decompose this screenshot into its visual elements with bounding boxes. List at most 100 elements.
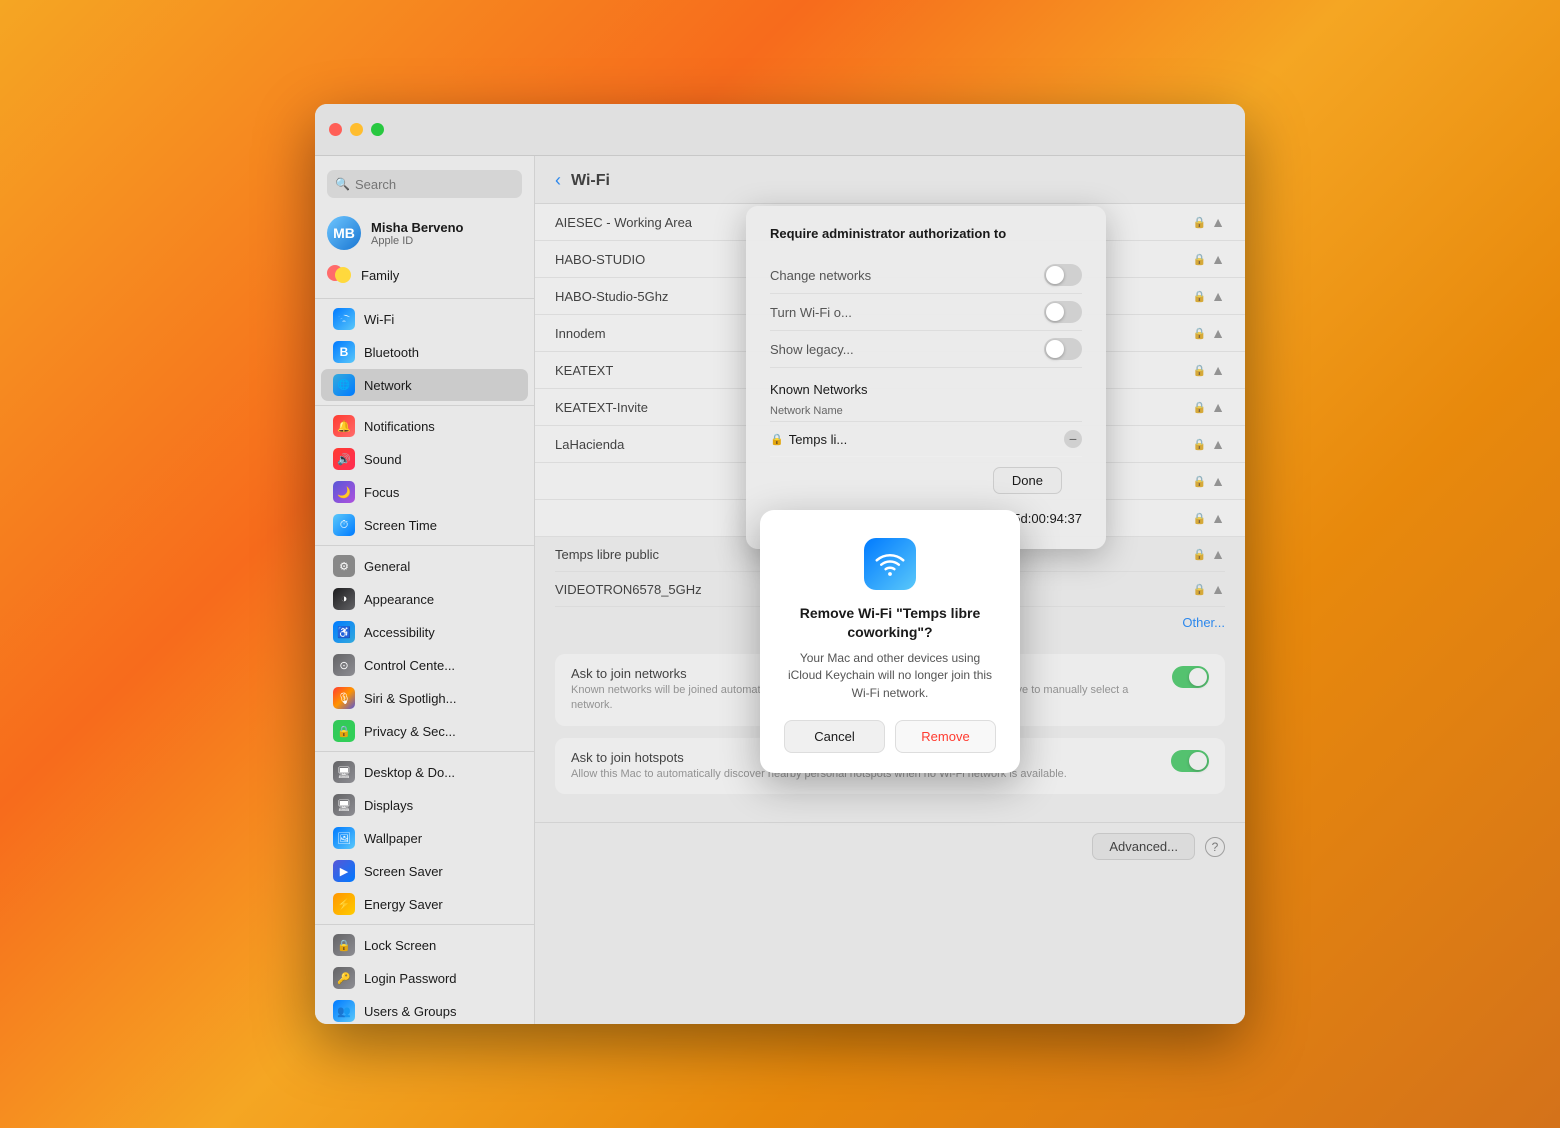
search-input[interactable] bbox=[355, 177, 514, 192]
sidebar-item-siri-label: Siri & Spotligh... bbox=[364, 691, 457, 706]
sidebar-item-login[interactable]: 🔑 Login Password bbox=[321, 962, 528, 994]
sidebar-item-energy-label: Energy Saver bbox=[364, 897, 443, 912]
lock-icon: 🔒 bbox=[333, 934, 355, 956]
auth-sheet-title: Require administrator authorization to bbox=[770, 226, 1082, 241]
remove-button[interactable]: Remove bbox=[895, 720, 996, 753]
known-network-row: 🔒 Temps li... − bbox=[770, 422, 1082, 457]
focus-icon: 🌙 bbox=[333, 481, 355, 503]
sidebar-item-accessibility[interactable]: ♿ Accessibility bbox=[321, 616, 528, 648]
show-legacy-toggle[interactable] bbox=[1044, 338, 1082, 360]
sidebar-item-bluetooth[interactable]: B Bluetooth bbox=[321, 336, 528, 368]
dialog-wifi-icon bbox=[864, 538, 916, 590]
sidebar-item-screensaver[interactable]: ▶ Screen Saver bbox=[321, 855, 528, 887]
sidebar-item-appearance[interactable]: ◑ Appearance bbox=[321, 583, 528, 615]
sidebar-item-wallpaper-label: Wallpaper bbox=[364, 831, 422, 846]
wifi-icon bbox=[333, 308, 355, 330]
turn-wifi-toggle[interactable] bbox=[1044, 301, 1082, 323]
minimize-button[interactable] bbox=[350, 123, 363, 136]
sidebar-item-displays-label: Displays bbox=[364, 798, 413, 813]
sidebar-item-desktop[interactable]: 🖥 Desktop & Do... bbox=[321, 756, 528, 788]
dialog-buttons: Cancel Remove bbox=[784, 720, 996, 753]
siri-icon: 🎙 bbox=[333, 687, 355, 709]
sidebar-item-sound[interactable]: 🔊 Sound bbox=[321, 443, 528, 475]
sidebar-item-wallpaper[interactable]: 🖼 Wallpaper bbox=[321, 822, 528, 854]
mac-value: 5d:00:94:37 bbox=[1013, 511, 1082, 526]
auth-row-1-label: Change networks bbox=[770, 268, 871, 283]
sidebar-item-notifications[interactable]: 🔔 Notifications bbox=[321, 410, 528, 442]
auth-sheet-wrapper: Require administrator authorization to C… bbox=[746, 206, 1106, 549]
main-window: 🔍 MB Misha Berveno Apple ID Family bbox=[315, 104, 1245, 1024]
energy-icon: ⚡ bbox=[333, 893, 355, 915]
sidebar-item-appearance-label: Appearance bbox=[364, 592, 434, 607]
auth-row-3-label: Show legacy... bbox=[770, 342, 854, 357]
sidebar: 🔍 MB Misha Berveno Apple ID Family bbox=[315, 156, 535, 1024]
sidebar-item-lock[interactable]: 🔒 Lock Screen bbox=[321, 929, 528, 961]
divider3 bbox=[315, 545, 534, 546]
user-section[interactable]: MB Misha Berveno Apple ID bbox=[315, 210, 534, 256]
dialog-message: Your Mac and other devices using iCloud … bbox=[784, 650, 996, 702]
sidebar-item-users[interactable]: 👥 Users & Groups bbox=[321, 995, 528, 1024]
notifications-icon: 🔔 bbox=[333, 415, 355, 437]
divider5 bbox=[315, 924, 534, 925]
user-subtitle: Apple ID bbox=[371, 235, 463, 247]
known-footer: Done bbox=[770, 457, 1082, 504]
auth-row-2: Turn Wi-Fi o... bbox=[770, 294, 1082, 331]
sidebar-item-screentime-label: Screen Time bbox=[364, 518, 437, 533]
search-icon: 🔍 bbox=[335, 177, 350, 191]
users-icon: 👥 bbox=[333, 1000, 355, 1022]
bluetooth-icon: B bbox=[333, 341, 355, 363]
appearance-icon: ◑ bbox=[333, 588, 355, 610]
sidebar-item-screentime[interactable]: ⏱ Screen Time bbox=[321, 509, 528, 541]
sidebar-item-privacy-label: Privacy & Sec... bbox=[364, 724, 456, 739]
sidebar-item-focus-label: Focus bbox=[364, 485, 399, 500]
divider bbox=[315, 298, 534, 299]
sidebar-item-controlcenter[interactable]: ⊙ Control Cente... bbox=[321, 649, 528, 681]
sidebar-item-screensaver-label: Screen Saver bbox=[364, 864, 443, 879]
sidebar-item-family[interactable]: Family bbox=[315, 260, 534, 290]
sidebar-item-energy[interactable]: ⚡ Energy Saver bbox=[321, 888, 528, 920]
sidebar-item-general[interactable]: ⚙ General bbox=[321, 550, 528, 582]
sidebar-item-notifications-label: Notifications bbox=[364, 419, 435, 434]
sidebar-item-siri[interactable]: 🎙 Siri & Spotligh... bbox=[321, 682, 528, 714]
change-networks-toggle[interactable] bbox=[1044, 264, 1082, 286]
auth-row-3: Show legacy... bbox=[770, 331, 1082, 368]
search-bar[interactable]: 🔍 bbox=[327, 170, 522, 198]
sidebar-item-users-label: Users & Groups bbox=[364, 1004, 456, 1019]
wallpaper-icon: 🖼 bbox=[333, 827, 355, 849]
sidebar-item-bluetooth-label: Bluetooth bbox=[364, 345, 419, 360]
login-icon: 🔑 bbox=[333, 967, 355, 989]
privacy-icon: 🔒 bbox=[333, 720, 355, 742]
sidebar-item-network-label: Network bbox=[364, 378, 412, 393]
screensaver-icon: ▶ bbox=[333, 860, 355, 882]
user-info: Misha Berveno Apple ID bbox=[371, 220, 463, 247]
auth-row-1: Change networks bbox=[770, 257, 1082, 294]
remove-dialog: Remove Wi-Fi "Temps libre coworking"? Yo… bbox=[760, 510, 1020, 773]
displays-icon: 🖥 bbox=[333, 794, 355, 816]
remove-network-button[interactable]: − bbox=[1064, 430, 1082, 448]
divider4 bbox=[315, 751, 534, 752]
sidebar-item-lock-label: Lock Screen bbox=[364, 938, 436, 953]
sidebar-item-displays[interactable]: 🖥 Displays bbox=[321, 789, 528, 821]
sidebar-item-network[interactable]: 🌐 Network bbox=[321, 369, 528, 401]
sidebar-item-privacy[interactable]: 🔒 Privacy & Sec... bbox=[321, 715, 528, 747]
avatar: MB bbox=[327, 216, 361, 250]
cancel-button[interactable]: Cancel bbox=[784, 720, 885, 753]
done-button[interactable]: Done bbox=[993, 467, 1062, 494]
sidebar-item-focus[interactable]: 🌙 Focus bbox=[321, 476, 528, 508]
known-network-name: 🔒 Temps li... bbox=[770, 432, 1064, 447]
sidebar-item-general-label: General bbox=[364, 559, 410, 574]
sidebar-item-login-label: Login Password bbox=[364, 971, 457, 986]
general-icon: ⚙ bbox=[333, 555, 355, 577]
family-label: Family bbox=[361, 268, 399, 283]
sidebar-item-controlcenter-label: Control Cente... bbox=[364, 658, 455, 673]
sidebar-item-wifi[interactable]: Wi-Fi bbox=[321, 303, 528, 335]
sidebar-item-accessibility-label: Accessibility bbox=[364, 625, 435, 640]
known-network-text: Temps li... bbox=[789, 432, 848, 447]
known-networks-title: Known Networks bbox=[770, 382, 1082, 397]
close-button[interactable] bbox=[329, 123, 342, 136]
fullscreen-button[interactable] bbox=[371, 123, 384, 136]
known-networks-section: Known Networks Network Name 🔒 Temps li..… bbox=[770, 382, 1082, 457]
family-icon bbox=[327, 265, 353, 285]
lock-icon-small: 🔒 bbox=[770, 433, 784, 446]
traffic-lights bbox=[329, 123, 384, 136]
